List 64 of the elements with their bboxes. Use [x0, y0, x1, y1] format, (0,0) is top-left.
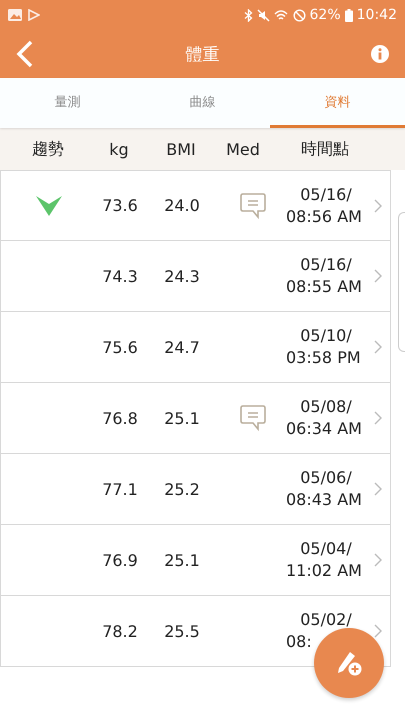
bmi-cell-text: 25.2 — [163, 480, 201, 498]
record-row[interactable]: 76.8 25.1 05/08/ 06:34 AM — [0, 383, 391, 454]
tab[interactable]: 量測 — [0, 78, 135, 128]
battery-percent: 62% — [310, 7, 341, 23]
chevron-icon — [374, 269, 382, 283]
record-row[interactable]: 76.9 25.1 05/04/ 11:02 AM — [0, 525, 391, 596]
date-text: 05/08/ — [300, 396, 352, 418]
bmi-cell-text: 25.1 — [163, 408, 201, 428]
chevron-icon — [374, 411, 382, 425]
page-title: 體重 — [186, 44, 220, 66]
chevron-icon — [374, 624, 382, 638]
date-text: 05/16/ — [300, 184, 352, 206]
bmi-cell-text: 24.0 — [163, 196, 201, 215]
time-text: 11:02 AM — [286, 560, 363, 582]
pencil-plus-icon — [335, 649, 363, 677]
chevron-icon — [374, 340, 382, 354]
back-button[interactable] — [16, 40, 34, 68]
bluetooth-icon — [244, 8, 253, 22]
tab[interactable]: 曲線 — [135, 78, 270, 128]
date-text: 05/10/ — [300, 325, 352, 347]
column-header: Med — [225, 140, 261, 158]
wifi-icon — [274, 8, 289, 22]
column-header: 時間點 — [300, 138, 350, 160]
battery-icon — [344, 8, 353, 22]
date-text: 05/16/ — [300, 254, 352, 276]
time-text: 08:56 AM — [286, 206, 363, 228]
record-row[interactable]: 73.6 24.0 05/16/ 08:56 AM — [0, 170, 391, 241]
chevron-icon — [374, 553, 382, 567]
info-button[interactable] — [371, 45, 389, 63]
bmi-cell-text: 25.5 — [163, 622, 201, 640]
time-text: 08: — [286, 631, 313, 653]
bmi-cell-text: 25.1 — [163, 550, 201, 570]
weight-cell-text: 78.2 — [101, 622, 139, 640]
weight-cell-text: 76.9 — [101, 550, 139, 570]
image-icon — [8, 9, 22, 21]
date-text: 05/02/ — [300, 609, 352, 631]
mute-icon — [256, 8, 270, 22]
weight-cell-text: 77.1 — [101, 480, 139, 498]
column-header: 趨勢 — [31, 138, 65, 160]
record-row[interactable]: 75.6 24.7 05/10/ 03:58 PM — [0, 312, 391, 383]
weight-cell-text: 76.8 — [101, 408, 139, 428]
time-text: 08:55 AM — [286, 276, 363, 298]
bmi-cell-text: 24.7 — [163, 338, 201, 356]
time-text: 08:43 AM — [286, 489, 363, 511]
record-row[interactable]: 77.1 25.2 05/06/ 08:43 AM — [0, 454, 391, 525]
chevron-icon — [374, 199, 382, 213]
info-icon — [371, 45, 389, 63]
scroll-handle[interactable] — [398, 212, 405, 352]
date-text: 05/06/ — [300, 467, 352, 489]
clock: 10:42 — [356, 7, 397, 23]
add-record-button[interactable] — [314, 628, 384, 698]
column-header: kg — [108, 140, 130, 158]
back-icon — [16, 40, 34, 68]
blocked-icon — [292, 8, 306, 22]
time-text: 06:34 AM — [286, 418, 363, 440]
weight-cell-text: 73.6 — [101, 196, 139, 215]
bmi-cell-text: 24.3 — [163, 266, 201, 286]
chevron-icon — [374, 482, 382, 496]
weight-cell-text: 75.6 — [101, 338, 139, 356]
weight-cell-text: 74.3 — [101, 266, 139, 286]
time-text: 03:58 PM — [286, 347, 362, 369]
column-header: BMI — [165, 140, 197, 158]
date-text: 05/04/ — [300, 538, 352, 560]
record-row[interactable]: 74.3 24.3 05/16/ 08:55 AM — [0, 241, 391, 312]
